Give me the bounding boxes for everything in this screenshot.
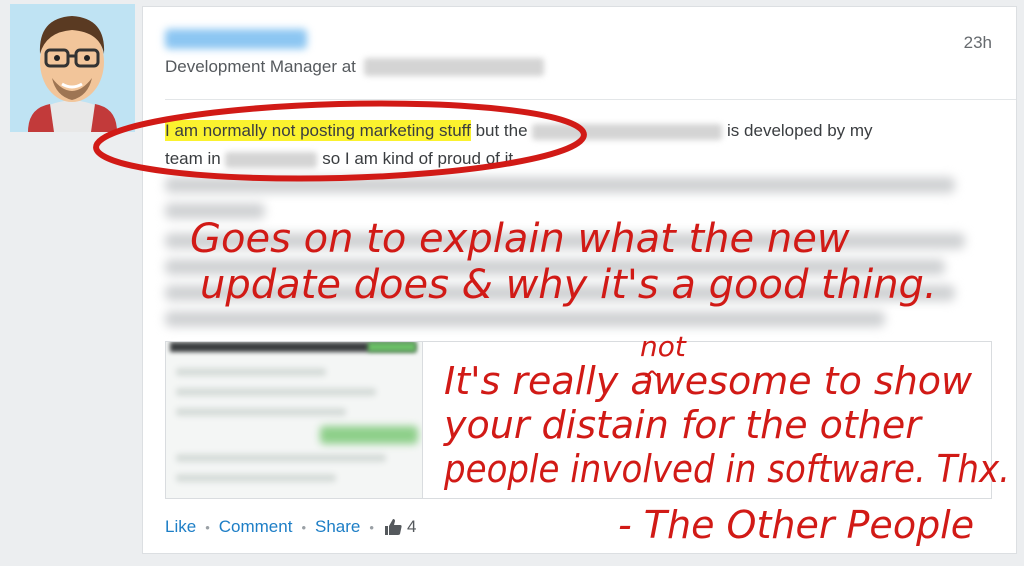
- like-count: 4: [406, 517, 417, 536]
- blurred-text-line: [165, 285, 955, 301]
- blurred-text-line: [165, 177, 955, 193]
- thumbnail-row: [176, 388, 376, 396]
- blurred-text-line: [165, 203, 265, 219]
- thumbnail-row: [176, 474, 336, 482]
- post-card: Development Manager at 23h I am normally…: [142, 6, 1017, 554]
- preview-thumbnail[interactable]: [166, 342, 423, 498]
- separator-dot: •: [369, 519, 374, 535]
- highlighted-text: I am normally not posting marketing stuf…: [165, 120, 471, 141]
- post-timestamp: 23h: [963, 33, 992, 52]
- location-redacted: [225, 151, 318, 168]
- share-button[interactable]: Share: [315, 517, 360, 537]
- body-text: team in: [165, 149, 221, 168]
- body-text: so I am kind of proud of it: [322, 149, 514, 168]
- preview-text-area[interactable]: [423, 342, 991, 498]
- divider: [165, 99, 1016, 100]
- thumbnail-row: [176, 408, 346, 416]
- headline-text: Development Manager at: [165, 57, 356, 76]
- post-body: I am normally not posting marketing stuf…: [165, 117, 985, 173]
- body-text: is developed by my: [727, 121, 873, 140]
- blurred-text-line: [165, 311, 885, 327]
- thumbnail-accent: [368, 342, 416, 352]
- product-redacted: [532, 123, 723, 140]
- thumbnail-green-button: [320, 426, 418, 444]
- body-text: but the: [475, 121, 528, 140]
- link-preview[interactable]: [165, 341, 992, 499]
- separator-dot: •: [205, 519, 210, 535]
- thumbs-up-icon[interactable]: [383, 517, 403, 537]
- blurred-text-line: [165, 259, 945, 275]
- thumbnail-row: [176, 368, 326, 376]
- company-redacted: [363, 58, 544, 76]
- blurred-text-line: [165, 233, 965, 249]
- cartoon-avatar-icon: [10, 4, 135, 132]
- author-name-redacted[interactable]: [165, 29, 307, 49]
- post-actions: Like • Comment • Share • 4: [165, 517, 416, 537]
- avatar[interactable]: [10, 4, 135, 132]
- author-headline: Development Manager at: [165, 57, 544, 77]
- comment-button[interactable]: Comment: [219, 517, 293, 537]
- separator-dot: •: [301, 519, 306, 535]
- like-button[interactable]: Like: [165, 517, 196, 537]
- thumbnail-row: [176, 454, 386, 462]
